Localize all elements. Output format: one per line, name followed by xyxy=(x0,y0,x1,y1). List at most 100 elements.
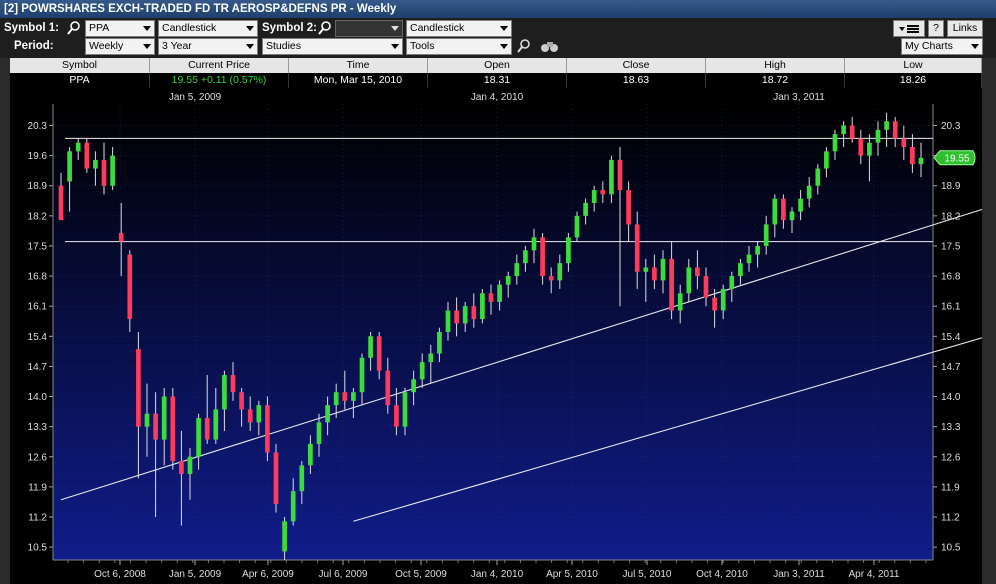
current-price-tag: 19.55 xyxy=(933,150,976,166)
quote-symbol: PPA xyxy=(10,73,150,88)
toolbar: Symbol 1: PPA Candlestick Symbol 2: Cand… xyxy=(0,18,996,58)
chart-type1-select[interactable]: Candlestick xyxy=(158,20,258,37)
top-date-label: Jan 4, 2010 xyxy=(471,92,524,103)
candle-body xyxy=(548,276,554,281)
tools-label: Tools xyxy=(410,40,435,52)
candle-body xyxy=(273,452,279,505)
x-tick-label: Jul 5, 2010 xyxy=(623,569,672,580)
candle-body xyxy=(84,142,90,169)
y-tick-label-left: 16.1 xyxy=(28,302,48,313)
quote-open: 18.31 xyxy=(428,73,567,88)
candle-body xyxy=(824,151,829,169)
candle-body xyxy=(179,461,184,474)
quote-close: 18.63 xyxy=(567,73,706,88)
y-tick-label-left: 17.5 xyxy=(28,241,48,252)
y-tick-label-right: 12.6 xyxy=(941,452,961,463)
candle-body xyxy=(643,267,649,272)
zoom-icon[interactable] xyxy=(516,38,532,54)
y-tick-label-left: 18.9 xyxy=(28,181,48,192)
y-tick-label-right: 10.5 xyxy=(941,543,961,554)
studies-label: Studies xyxy=(266,40,302,52)
candle-body xyxy=(626,190,631,225)
range-select[interactable]: 3 Year xyxy=(158,38,258,55)
candle-body xyxy=(918,157,924,165)
candle-body xyxy=(841,125,846,135)
x-tick-label: Oct 6, 2008 xyxy=(94,569,146,580)
candle-body xyxy=(333,392,339,406)
current-price-tag-label: 19.55 xyxy=(944,153,969,164)
candle-body xyxy=(187,456,193,474)
candle-body xyxy=(523,250,528,264)
my-charts-label: My Charts xyxy=(905,40,953,52)
header-time: Time xyxy=(289,58,428,73)
candle-body xyxy=(763,224,769,246)
candle-body xyxy=(351,392,356,401)
help-button[interactable]: ? xyxy=(928,20,944,37)
candle-body xyxy=(677,293,683,311)
window-title: [2] POWRSHARES EXCH-TRADED FD TR AEROSP&… xyxy=(0,0,996,18)
y-tick-label-right: 14.0 xyxy=(941,392,961,403)
menu-button[interactable] xyxy=(893,20,925,37)
candle-body xyxy=(454,310,459,324)
candle-body xyxy=(789,211,795,221)
x-tick-label: Jan 5, 2009 xyxy=(169,569,222,580)
candle-body xyxy=(858,138,864,156)
candle-body xyxy=(712,297,717,311)
header-symbol: Symbol xyxy=(10,58,150,73)
quote-low: 18.26 xyxy=(845,73,982,88)
period-select[interactable]: Weekly xyxy=(85,38,155,55)
candle-body xyxy=(574,215,580,238)
candle-body xyxy=(617,159,623,191)
candle-body xyxy=(540,237,545,277)
candle-body xyxy=(445,310,451,332)
period-value: Weekly xyxy=(89,40,124,52)
symbol1-input[interactable]: PPA xyxy=(85,20,155,37)
chevron-down-icon xyxy=(391,44,399,49)
y-tick-label-right: 18.9 xyxy=(941,181,961,192)
candle-body xyxy=(901,138,907,148)
candle-body xyxy=(411,379,416,393)
candle-body xyxy=(875,129,881,143)
candle-body xyxy=(394,405,399,427)
binoculars-icon[interactable] xyxy=(540,38,560,54)
y-tick-label-right: 16.8 xyxy=(941,272,961,283)
candle-body xyxy=(531,237,537,251)
y-tick-label-left: 15.4 xyxy=(28,332,48,343)
chart-window: [2] POWRSHARES EXCH-TRADED FD TR AEROSP&… xyxy=(0,0,996,584)
y-tick-label-right: 11.9 xyxy=(941,482,960,493)
search-icon[interactable] xyxy=(66,20,82,36)
y-tick-label-left: 14.7 xyxy=(28,362,48,373)
search-icon[interactable] xyxy=(317,20,333,36)
candle-body xyxy=(153,413,158,440)
chart-type1-value: Candlestick xyxy=(162,22,217,34)
candle-body xyxy=(609,159,614,195)
studies-select[interactable]: Studies xyxy=(262,38,403,55)
symbol2-input[interactable] xyxy=(335,20,403,37)
y-tick-label-right: 11.2 xyxy=(941,512,960,523)
y-tick-label-right: 20.3 xyxy=(941,121,961,132)
candle-body xyxy=(256,405,262,423)
candle-body xyxy=(505,276,511,285)
price-chart[interactable]: 10.5 11.2 11.9 12.6 13.3 14.0 14.7 15.4 16.1 16.8… xyxy=(10,88,982,584)
candle-body xyxy=(437,332,442,354)
candle-body xyxy=(402,392,408,427)
y-tick-label-left: 14.0 xyxy=(28,392,48,403)
candle-body xyxy=(136,349,141,427)
tools-select[interactable]: Tools xyxy=(406,38,512,55)
my-charts-select[interactable]: My Charts xyxy=(901,38,983,55)
candle-body xyxy=(325,405,330,423)
range-value: 3 Year xyxy=(162,40,192,52)
top-date-label: Jan 3, 2011 xyxy=(773,92,825,103)
menu-icon xyxy=(899,25,919,33)
candle-body xyxy=(282,521,287,552)
links-button[interactable]: Links xyxy=(947,20,983,37)
candle-body xyxy=(755,245,760,255)
chart-type2-select[interactable]: Candlestick xyxy=(406,20,512,37)
y-tick-label-left: 18.2 xyxy=(28,211,48,222)
candle-body xyxy=(290,491,296,522)
chevron-down-icon xyxy=(246,26,254,31)
y-tick-label-left: 20.3 xyxy=(28,121,48,132)
y-tick-label-left: 16.8 xyxy=(28,272,48,283)
candle-body xyxy=(376,336,382,371)
x-tick-label: Apr 4, 2011 xyxy=(849,569,900,580)
